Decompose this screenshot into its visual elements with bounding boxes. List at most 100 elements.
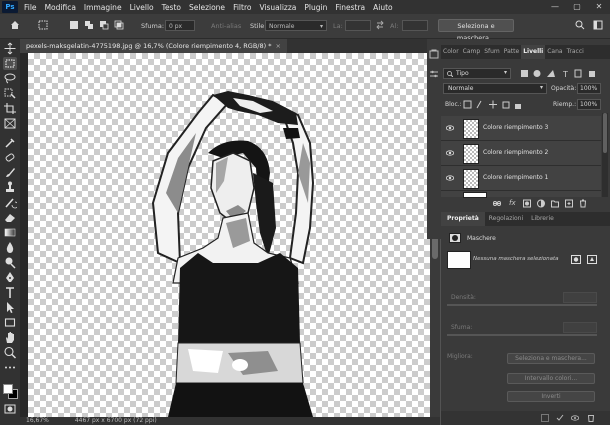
- tab-layers[interactable]: Livelli: [521, 45, 546, 59]
- tab-channels[interactable]: Cana: [545, 45, 564, 59]
- layer-row[interactable]: Colore riempimento 3: [441, 116, 601, 141]
- zoom-level[interactable]: 16,67%: [20, 417, 49, 424]
- select-and-mask-button[interactable]: Seleziona e maschera...: [438, 19, 514, 42]
- menu-modifica[interactable]: Modifica: [41, 3, 80, 12]
- delete-mask-icon[interactable]: [587, 414, 595, 422]
- width-input[interactable]: [345, 20, 371, 31]
- vector-mask-icon[interactable]: [587, 255, 597, 264]
- color-range-button[interactable]: Intervallo colori...: [507, 373, 595, 384]
- rectangular-marquee-icon[interactable]: [38, 20, 48, 30]
- menu-immagine[interactable]: Immagine: [80, 3, 126, 12]
- object-selection-tool-icon[interactable]: [3, 87, 17, 100]
- menu-testo[interactable]: Testo: [158, 3, 185, 12]
- gradient-tool-icon[interactable]: [3, 226, 17, 239]
- eraser-tool-icon[interactable]: [3, 211, 17, 224]
- menu-finestra[interactable]: Finestra: [331, 3, 369, 12]
- healing-brush-tool-icon[interactable]: [3, 151, 17, 164]
- tab-paths[interactable]: Tracci: [565, 45, 586, 59]
- marquee-tool-icon[interactable]: [3, 57, 17, 70]
- density-input[interactable]: [563, 292, 597, 303]
- close-tab-icon[interactable]: ×: [275, 42, 280, 50]
- menu-livello[interactable]: Livello: [126, 3, 158, 12]
- tab-adjustments[interactable]: Regolazioni: [485, 212, 527, 226]
- add-selection-icon[interactable]: [84, 20, 94, 30]
- layer-row[interactable]: Colore riempimento 2: [441, 141, 601, 166]
- opacity-input[interactable]: 100%: [577, 83, 601, 94]
- brush-tool-icon[interactable]: [3, 166, 17, 179]
- lock-icons[interactable]: [463, 100, 523, 109]
- density-slider[interactable]: [447, 304, 597, 306]
- style-select[interactable]: Normale ▾: [265, 20, 327, 31]
- lasso-tool-icon[interactable]: [3, 72, 17, 85]
- layer-row-partial[interactable]: [441, 191, 601, 198]
- tab-gradients[interactable]: Sfum: [482, 45, 502, 59]
- frame-tool-icon[interactable]: [3, 117, 17, 130]
- move-tool-icon[interactable]: [3, 42, 17, 55]
- menu-aiuto[interactable]: Aiuto: [369, 3, 397, 12]
- pen-tool-icon[interactable]: [3, 271, 17, 284]
- menu-filtro[interactable]: Filtro: [229, 3, 255, 12]
- properties-icon[interactable]: [429, 69, 439, 79]
- link-icon[interactable]: [493, 199, 501, 208]
- more-tools-icon[interactable]: [3, 361, 17, 374]
- zoom-tool-icon[interactable]: [3, 346, 17, 359]
- menu-plugin[interactable]: Plugin: [300, 3, 331, 12]
- layers-scrollbar[interactable]: [602, 113, 608, 197]
- eye-icon[interactable]: [446, 149, 454, 157]
- intersect-selection-icon[interactable]: [114, 20, 124, 30]
- subtract-selection-icon[interactable]: [99, 20, 109, 30]
- new-layer-icon[interactable]: [565, 199, 573, 208]
- path-selection-tool-icon[interactable]: [3, 301, 17, 314]
- tab-color[interactable]: Color: [441, 45, 461, 59]
- folder-icon[interactable]: [551, 199, 559, 208]
- layer-filter-icons[interactable]: T: [519, 69, 599, 78]
- mask-feather-input[interactable]: [563, 322, 597, 333]
- search-icon[interactable]: [575, 20, 585, 30]
- adjustment-layer-icon[interactable]: [537, 199, 545, 208]
- menu-visualizza[interactable]: Visualizza: [255, 3, 300, 12]
- hand-tool-icon[interactable]: [3, 331, 17, 344]
- new-selection-icon[interactable]: [69, 20, 79, 30]
- pixel-mask-icon[interactable]: [571, 255, 581, 264]
- antialias-checkbox[interactable]: Anti-alias: [211, 22, 241, 30]
- swap-icon[interactable]: [375, 20, 385, 30]
- canvas-area[interactable]: [20, 53, 440, 417]
- crop-tool-icon[interactable]: [3, 102, 17, 115]
- add-mask-icon[interactable]: [523, 199, 531, 208]
- dodge-tool-icon[interactable]: [3, 256, 17, 269]
- blend-mode-select[interactable]: Normale ▾: [443, 83, 547, 94]
- feather-input[interactable]: 0 px: [165, 20, 195, 31]
- layer-row[interactable]: Colore riempimento 1: [441, 166, 601, 191]
- quick-mask-icon[interactable]: [4, 404, 16, 414]
- eye-icon[interactable]: [446, 174, 454, 182]
- tab-libraries[interactable]: Librerie: [527, 212, 558, 226]
- menu-file[interactable]: File: [20, 3, 41, 12]
- tab-swatches[interactable]: Camp: [461, 45, 483, 59]
- foreground-color-swatch[interactable]: [3, 384, 13, 394]
- mask-feather-slider[interactable]: [447, 334, 597, 336]
- visibility-icon[interactable]: [571, 414, 579, 422]
- blur-tool-icon[interactable]: [3, 241, 17, 254]
- workspace-icon[interactable]: [593, 20, 603, 30]
- tab-properties[interactable]: Proprietà: [441, 212, 485, 226]
- close-window-button[interactable]: ✕: [588, 0, 610, 14]
- eyedropper-tool-icon[interactable]: [3, 136, 17, 149]
- apply-mask-icon[interactable]: [556, 414, 564, 422]
- selection-from-mask-icon[interactable]: [541, 414, 549, 422]
- clone-stamp-tool-icon[interactable]: [3, 181, 17, 194]
- height-input[interactable]: [402, 20, 428, 31]
- eye-icon[interactable]: [446, 124, 454, 132]
- home-icon[interactable]: [10, 20, 20, 30]
- color-swatches[interactable]: [3, 384, 18, 399]
- tab-patterns[interactable]: Patte: [502, 45, 521, 59]
- document-tab[interactable]: pexels-maksgelatin-4775198.jpg @ 16,7% (…: [20, 39, 287, 53]
- minimize-button[interactable]: —: [544, 0, 566, 14]
- menu-selezione[interactable]: Selezione: [185, 3, 229, 12]
- rectangle-tool-icon[interactable]: [3, 316, 17, 329]
- trash-icon[interactable]: [579, 199, 587, 208]
- layer-filter-select[interactable]: Tipo ▾: [443, 68, 511, 79]
- scrollbar-thumb[interactable]: [603, 113, 607, 153]
- history-brush-tool-icon[interactable]: [3, 196, 17, 209]
- fx-icon[interactable]: fx: [509, 199, 516, 207]
- fill-input[interactable]: 100%: [577, 99, 601, 110]
